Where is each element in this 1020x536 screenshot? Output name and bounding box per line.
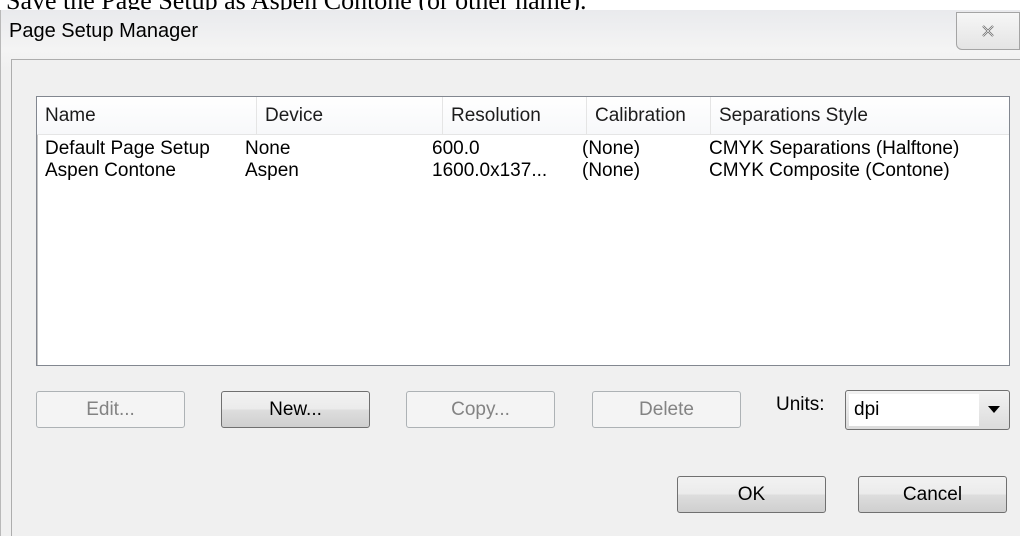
edit-button[interactable]: Edit... [36,391,185,428]
close-icon [982,25,994,37]
cell-name: Default Page Setup [45,138,210,159]
copy-button[interactable]: Copy... [406,391,555,428]
units-dropdown[interactable]: dpi [845,390,1010,430]
cell-device: None [245,138,291,159]
cell-calibration: (None) [582,160,641,181]
cancel-button[interactable]: Cancel [858,476,1007,513]
cell-name: Aspen Contone [45,160,176,181]
cell-resolution: 600.0 [432,138,480,159]
cell-device: Aspen [245,160,299,181]
column-header-separations-style[interactable]: Separations Style [711,97,1009,135]
dialog-client-area: Name Device Resolution Calibration Separ… [11,59,1020,536]
cell-resolution: 1600.0x137... [432,160,548,181]
new-button[interactable]: New... [221,391,370,428]
column-header-device[interactable]: Device [257,97,443,135]
delete-button[interactable]: Delete [592,391,741,428]
cell-separations-style: CMYK Separations (Halftone) [709,138,960,159]
column-header-calibration[interactable]: Calibration [587,97,711,135]
page-setup-list[interactable]: Name Device Resolution Calibration Separ… [36,96,1010,366]
table-row[interactable]: Aspen Contone Aspen 1600.0x137... (None)… [37,159,1009,183]
ok-button[interactable]: OK [677,476,826,513]
close-button[interactable] [956,12,1020,50]
page-setup-manager-dialog: Page Setup Manager Name Device Resolutio… [0,10,1020,536]
units-label: Units: [776,394,825,415]
column-header-resolution[interactable]: Resolution [443,97,587,135]
units-selected-value: dpi [849,394,979,426]
cell-separations-style: CMYK Composite (Contone) [709,160,950,181]
dialog-title: Page Setup Manager [9,20,199,42]
list-header: Name Device Resolution Calibration Separ… [37,97,1009,135]
table-row[interactable]: Default Page Setup None 600.0 (None) CMY… [37,137,1009,161]
chevron-down-icon [988,406,1000,413]
column-header-name[interactable]: Name [37,97,257,135]
cell-calibration: (None) [582,138,641,159]
